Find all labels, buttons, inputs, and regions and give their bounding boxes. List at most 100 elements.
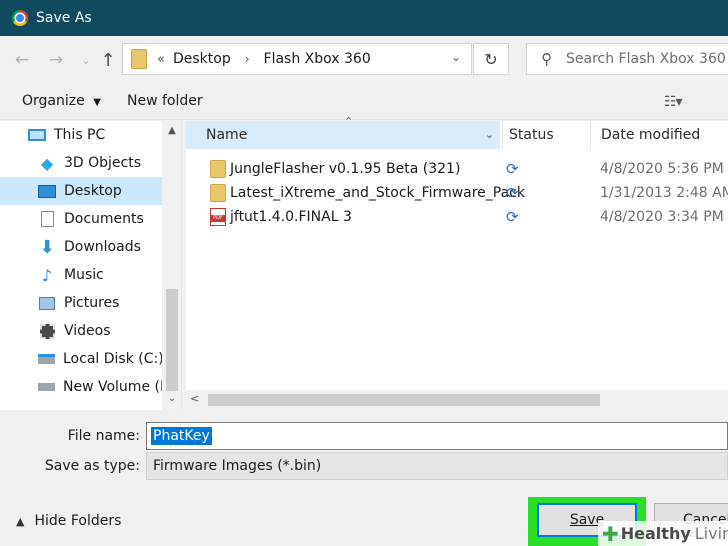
chrome-icon (12, 10, 28, 26)
breadcrumb-overflow[interactable]: « (157, 52, 165, 67)
refresh-icon: ↻ (484, 49, 498, 69)
save-as-type-select[interactable]: Firmware Images (*.bin) (146, 452, 728, 480)
chevron-up-icon: ▲ (16, 514, 25, 528)
search-icon: ⚲ (541, 50, 552, 68)
sidebar-item-label: Documents (64, 211, 144, 227)
sidebar-item-label: This PC (54, 127, 106, 143)
sidebar-item-new-volume-d[interactable]: New Volume (D:) (0, 373, 181, 401)
back-arrow-icon[interactable]: ← (10, 48, 34, 72)
watermark-text: Living (694, 524, 728, 543)
window-title: Save As (36, 10, 92, 26)
file-name-input[interactable]: PhatKey (146, 422, 728, 450)
sidebar-item-label: Music (64, 267, 104, 283)
file-list-horizontal-scrollbar[interactable]: < (186, 390, 728, 410)
sidebar-item-label: 3D Objects (64, 155, 142, 171)
file-list: ⌃ Name ⌄ Status Date modified JungleFlas… (186, 115, 728, 410)
save-as-dialog: ← → ⌄ ↑ « Desktop › Flash Xbox 360 ⌄ ↻ ⚲… (0, 36, 728, 546)
scroll-up-icon[interactable]: ▲ (162, 125, 181, 136)
view-options-icon[interactable]: ☷▾ (664, 94, 683, 110)
organize-label: Organize (22, 93, 85, 109)
file-date-modified: 1/31/2013 2:48 AM (600, 185, 728, 201)
hide-folders-button[interactable]: ▲ Hide Folders (16, 513, 121, 529)
navigation-pane: This PC ◆ 3D Objects Desktop Documents ⬇… (0, 121, 182, 410)
file-name: jftut1.4.0.FINAL 3 (230, 209, 352, 225)
file-name: Latest_iXtreme_and_Stock_Firmware_Pack (230, 185, 525, 201)
search-placeholder: Search Flash Xbox 360 (566, 51, 726, 67)
folder-icon (210, 184, 226, 202)
dropdown-caret-icon: ▼ (93, 97, 101, 108)
column-header-status[interactable]: Status (502, 121, 588, 149)
sidebar-item-3d-objects[interactable]: ◆ 3D Objects (0, 149, 162, 177)
title-bar: Save As (0, 0, 728, 36)
drive-icon (38, 378, 55, 396)
breadcrumb-desktop[interactable]: Desktop (173, 51, 231, 67)
sidebar-item-label: Pictures (64, 295, 120, 311)
file-name-value[interactable]: PhatKey (151, 427, 212, 445)
watermark-text: Healthy (620, 524, 691, 543)
organize-button[interactable]: Organize ▼ (22, 93, 101, 109)
sidebar-item-documents[interactable]: Documents (0, 205, 162, 233)
sidebar-item-label: Local Disk (C:) (63, 351, 164, 367)
pdf-file-icon (210, 208, 226, 226)
file-date-modified: 4/8/2020 3:34 PM (600, 209, 724, 225)
navigation-pane-scrollbar[interactable]: ▲ ⌄ (162, 121, 181, 410)
column-header-date-modified[interactable]: Date modified (590, 121, 728, 149)
drive-icon (38, 350, 55, 368)
sidebar-item-downloads[interactable]: ⬇ Downloads (0, 233, 162, 261)
scrollbar-thumb[interactable] (166, 289, 178, 391)
address-dropdown-icon[interactable]: ⌄ (451, 50, 461, 64)
hide-folders-label: Hide Folders (34, 513, 122, 529)
up-arrow-icon[interactable]: ↑ (96, 48, 120, 72)
sidebar-item-label: Desktop (64, 183, 122, 199)
column-header-name[interactable]: ⌃ Name ⌄ (186, 115, 500, 149)
sidebar-item-label: Videos (64, 323, 111, 339)
healthy-living-watermark: ✚ Healthy Living (598, 521, 728, 546)
desktop-icon (38, 182, 56, 200)
document-icon (38, 210, 56, 228)
save-as-type-value: Firmware Images (*.bin) (153, 458, 322, 474)
scroll-left-icon[interactable]: < (190, 392, 199, 405)
picture-icon (38, 294, 56, 312)
plus-logo-icon: ✚ (602, 521, 619, 546)
save-as-type-label: Save as type: (44, 458, 140, 474)
file-row[interactable]: Latest_iXtreme_and_Stock_Firmware_Pack ⟳… (186, 181, 728, 205)
recent-locations-chevron-icon[interactable]: ⌄ (74, 48, 98, 72)
video-icon (38, 322, 56, 340)
sidebar-item-desktop[interactable]: Desktop (0, 177, 162, 205)
search-input[interactable]: ⚲ Search Flash Xbox 360 (526, 43, 728, 75)
breadcrumb-flash-xbox-360[interactable]: Flash Xbox 360 (264, 51, 371, 67)
computer-icon (28, 126, 46, 144)
column-header-label: Name (206, 127, 248, 143)
scroll-down-icon[interactable]: ⌄ (162, 393, 181, 404)
file-row[interactable]: JungleFlasher v0.1.95 Beta (321) ⟳ 4/8/2… (186, 157, 728, 181)
sync-icon: ⟳ (506, 208, 519, 226)
navigation-bar: ← → ⌄ ↑ « Desktop › Flash Xbox 360 ⌄ ↻ ⚲… (0, 36, 728, 84)
column-filter-dropdown-icon[interactable]: ⌄ (485, 128, 494, 141)
folder-icon (210, 160, 226, 178)
command-bar: Organize ▼ New folder ☷▾ (0, 84, 728, 120)
file-row[interactable]: jftut1.4.0.FINAL 3 ⟳ 4/8/2020 3:34 PM (186, 205, 728, 229)
file-name-label: File name: (67, 428, 140, 444)
refresh-button[interactable]: ↻ (473, 43, 509, 75)
cube-icon: ◆ (40, 153, 54, 173)
sync-icon: ⟳ (506, 160, 519, 178)
music-icon: ♪ (41, 265, 53, 285)
address-bar[interactable]: « Desktop › Flash Xbox 360 ⌄ (122, 43, 472, 75)
file-date-modified: 4/8/2020 5:36 PM (600, 161, 724, 177)
sidebar-item-pictures[interactable]: Pictures (0, 289, 162, 317)
sort-ascending-icon: ⌃ (344, 115, 354, 128)
scrollbar-thumb[interactable] (208, 394, 600, 406)
sidebar-item-label: Downloads (64, 239, 141, 255)
folder-icon (131, 49, 147, 69)
download-icon: ⬇ (39, 236, 55, 258)
sidebar-item-music[interactable]: ♪ Music (0, 261, 162, 289)
breadcrumb-separator-icon[interactable]: › (245, 52, 250, 66)
file-name: JungleFlasher v0.1.95 Beta (321) (230, 161, 461, 177)
sidebar-item-videos[interactable]: Videos (0, 317, 162, 345)
new-folder-button[interactable]: New folder (127, 93, 203, 109)
sidebar-item-this-pc[interactable]: This PC (0, 121, 162, 149)
sync-icon: ⟳ (506, 184, 519, 202)
forward-arrow-icon[interactable]: → (44, 48, 68, 72)
column-header-label: Status (509, 127, 554, 143)
sidebar-item-local-disk-c[interactable]: Local Disk (C:) (0, 345, 164, 373)
